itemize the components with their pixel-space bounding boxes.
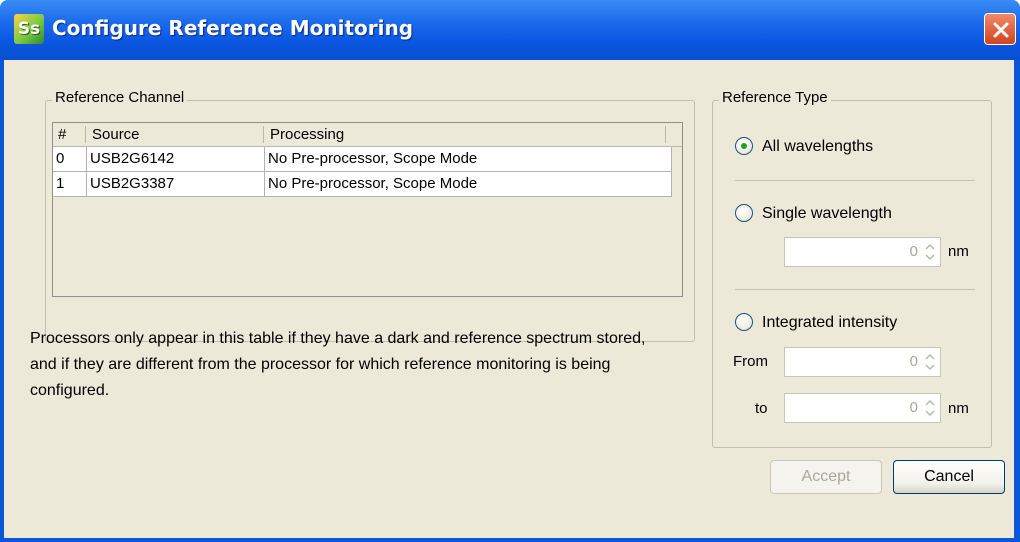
cell-source: USB2G3387 (87, 172, 265, 196)
to-value: 0 (909, 399, 918, 416)
close-icon (993, 22, 1009, 38)
dialog-window: Ss Configure Reference Monitoring Refere… (0, 0, 1020, 542)
single-wavelength-spinner[interactable]: 0 (784, 237, 941, 267)
column-separator[interactable] (263, 126, 264, 143)
spinner-arrows-icon[interactable] (921, 349, 939, 375)
reference-type-label: Reference Type (719, 89, 831, 106)
radio-single-wavelength[interactable]: Single wavelength (735, 203, 965, 225)
to-unit: nm (948, 400, 969, 417)
from-spinner[interactable]: 0 (784, 347, 941, 377)
table-header: # Source Processing (53, 123, 682, 147)
divider-2 (735, 289, 975, 290)
reference-channel-table[interactable]: # Source Processing 0 USB2G6142 No Pre-p… (52, 122, 683, 297)
cell-num: 1 (53, 172, 87, 196)
reference-channel-label: Reference Channel (52, 89, 188, 106)
cell-num: 0 (53, 147, 87, 171)
close-button[interactable] (984, 13, 1016, 45)
cell-processing: No Pre-processor, Scope Mode (265, 147, 672, 171)
column-header-processing[interactable]: Processing (265, 123, 665, 146)
app-icon: Ss (14, 14, 44, 44)
single-wavelength-label: Single wavelength (762, 205, 892, 222)
radio-integrated-intensity[interactable]: Integrated intensity (735, 312, 975, 334)
spinner-arrows-icon[interactable] (921, 239, 939, 265)
title-bar[interactable]: Ss Configure Reference Monitoring (0, 0, 1020, 60)
radio-button-all-wavelengths[interactable] (735, 137, 753, 155)
to-spinner[interactable]: 0 (784, 393, 941, 423)
divider-1 (735, 180, 975, 181)
radio-button-integrated-intensity[interactable] (735, 313, 753, 331)
spinner-arrows-icon[interactable] (921, 395, 939, 421)
table-row[interactable]: 0 USB2G6142 No Pre-processor, Scope Mode (53, 147, 672, 172)
to-label: to (755, 400, 768, 417)
column-header-num[interactable]: # (53, 123, 85, 146)
integrated-intensity-label: Integrated intensity (762, 314, 898, 331)
table-row[interactable]: 1 USB2G3387 No Pre-processor, Scope Mode (53, 172, 672, 197)
all-wavelengths-label: All wavelengths (762, 138, 874, 155)
window-title: Configure Reference Monitoring (52, 16, 414, 40)
column-header-source[interactable]: Source (87, 123, 263, 146)
single-wavelength-unit: nm (948, 243, 969, 260)
cell-processing: No Pre-processor, Scope Mode (265, 172, 672, 196)
processor-note: Processors only appear in this table if … (30, 330, 646, 399)
single-wavelength-value: 0 (909, 243, 918, 260)
column-separator[interactable] (665, 126, 666, 143)
column-separator[interactable] (85, 126, 86, 143)
from-label: From (733, 353, 768, 370)
cell-source: USB2G6142 (87, 147, 265, 171)
radio-selected-dot (741, 143, 747, 149)
radio-all-wavelengths[interactable]: All wavelengths (735, 136, 935, 158)
radio-button-single-wavelength[interactable] (735, 204, 753, 222)
accept-button[interactable]: Accept (770, 460, 882, 494)
from-value: 0 (909, 353, 918, 370)
cancel-button[interactable]: Cancel (893, 460, 1005, 494)
